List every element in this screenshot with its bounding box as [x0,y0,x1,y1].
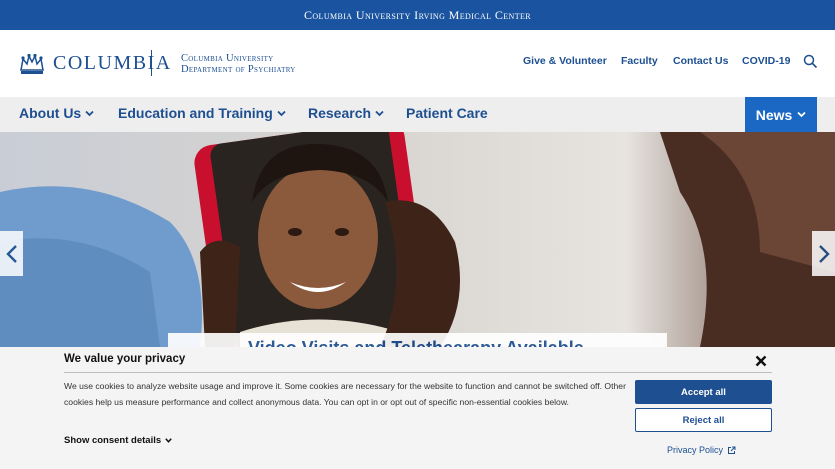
cookie-consent-banner: We value your privacy We use cookies to … [0,347,835,469]
chevron-down-icon [277,110,286,116]
nav-patient-care[interactable]: Patient Care [406,105,488,121]
chevron-down-icon [797,111,806,118]
consent-title: We value your privacy [64,353,186,365]
nav-education-training[interactable]: Education and Training [118,105,286,121]
nav-label: Research [308,105,372,121]
consent-divider [64,372,772,373]
department-name[interactable]: Columbia University Department of Psychi… [181,53,296,75]
columbia-logo[interactable]: COLUMBIA [19,52,172,75]
consent-details-label: Show consent details [64,435,162,446]
nav-label: About Us [19,105,82,121]
logo-wordmark: COLUMBIA [53,52,172,74]
reject-all-button[interactable]: Reject all [635,408,772,432]
covid-19-link[interactable]: COVID-19 [742,55,790,67]
dept-line-2: Department of Psychiatry [181,64,296,75]
privacy-policy-link[interactable]: Privacy Policy [667,445,736,455]
nav-label: Patient Care [406,105,488,121]
chevron-down-icon [375,110,384,116]
site-header: COLUMBIA Columbia University Department … [0,30,835,97]
show-consent-details-toggle[interactable]: Show consent details [64,435,172,446]
give-volunteer-link[interactable]: Give & Volunteer [523,55,607,67]
contact-us-link[interactable]: Contact Us [673,55,728,67]
nav-about-us[interactable]: About Us [19,105,94,121]
chevron-down-icon [165,438,172,443]
top-bar-title[interactable]: Columbia University Irving Medical Cente… [304,8,531,23]
top-bar: Columbia University Irving Medical Cente… [0,0,835,30]
consent-body-text: We use cookies to analyze website usage … [64,381,626,407]
news-label: News [755,106,793,123]
faculty-link[interactable]: Faculty [621,55,658,67]
carousel-next-button[interactable] [812,231,835,276]
hero-image [0,132,835,347]
crown-icon [20,53,44,74]
chevron-right-icon [818,244,830,263]
chevron-down-icon [85,110,94,116]
main-nav: About Us Education and Training Research… [0,97,835,132]
logo-divider [151,50,152,76]
hero-carousel [0,132,835,347]
carousel-prev-button[interactable] [0,231,23,276]
dept-line-1: Columbia University [181,53,274,64]
nav-label: Education and Training [118,105,273,121]
nav-news-button[interactable]: News [745,97,817,132]
close-icon[interactable] [755,355,767,367]
privacy-policy-label: Privacy Policy [667,445,724,455]
chevron-left-icon [5,244,17,263]
accept-all-button[interactable]: Accept all [635,380,772,404]
search-icon[interactable] [803,54,818,69]
external-link-icon [728,446,736,454]
nav-research[interactable]: Research [308,105,384,121]
